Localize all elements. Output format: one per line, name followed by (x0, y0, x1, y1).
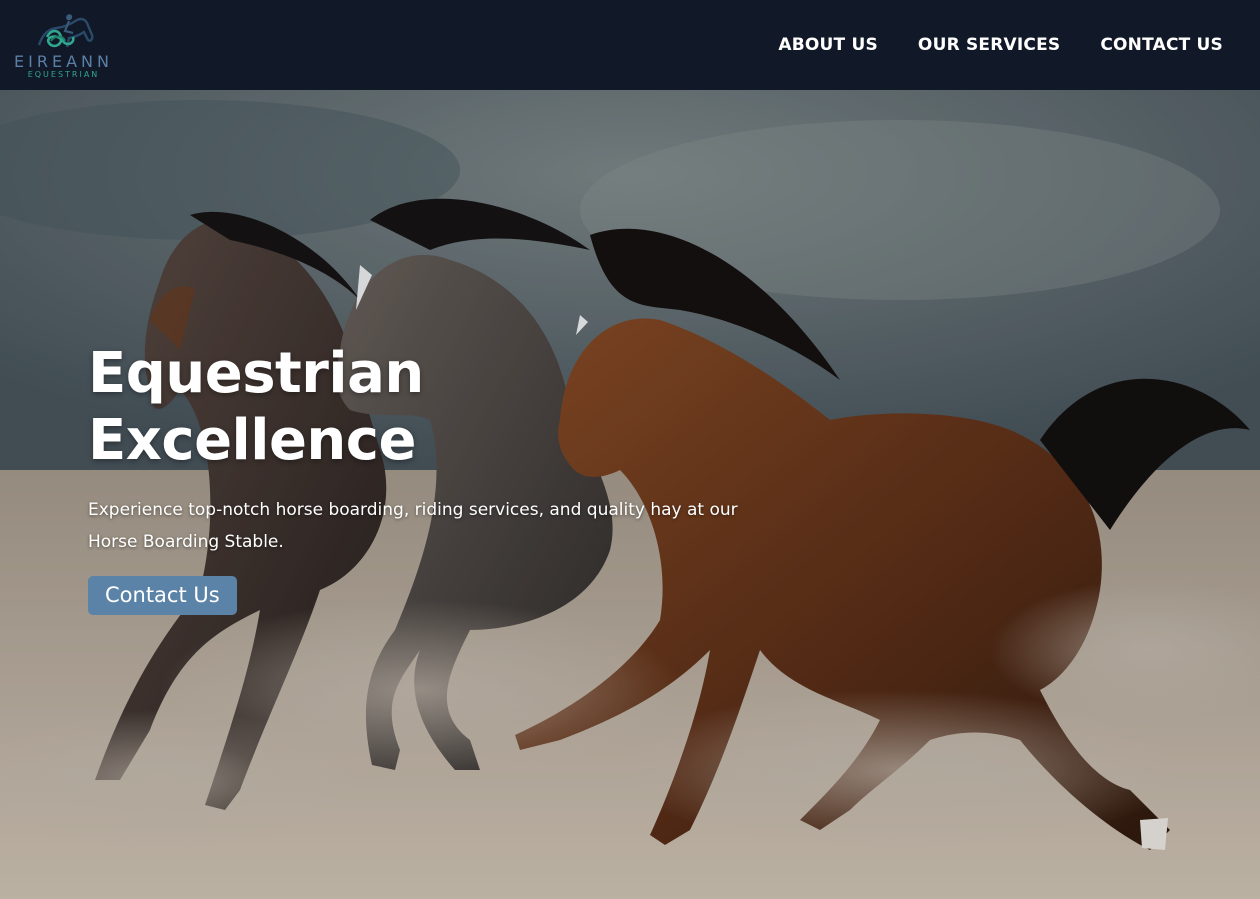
brand-name: EIREANN (14, 52, 113, 71)
main-nav: ABOUT US OUR SERVICES CONTACT US (778, 35, 1223, 55)
brand-tagline: EQUESTRIAN (27, 70, 100, 79)
nav-about-us[interactable]: ABOUT US (778, 35, 878, 55)
contact-us-button[interactable]: Contact Us (88, 576, 237, 616)
hero-title: Equestrian Excellence (88, 341, 424, 474)
nav-our-services[interactable]: OUR SERVICES (918, 35, 1060, 55)
navbar: EIREANN EQUESTRIAN ABOUT US OUR SERVICES… (0, 0, 1260, 90)
hero-description: Experience top-notch horse boarding, rid… (88, 500, 738, 553)
horse-rider-icon (37, 14, 93, 48)
hero-section: Equestrian Excellence Experience top-not… (0, 90, 1260, 899)
logo[interactable]: EIREANN EQUESTRIAN (14, 11, 113, 79)
nav-contact-us[interactable]: CONTACT US (1100, 35, 1223, 55)
hero-content: Equestrian Excellence Experience top-not… (88, 340, 768, 616)
